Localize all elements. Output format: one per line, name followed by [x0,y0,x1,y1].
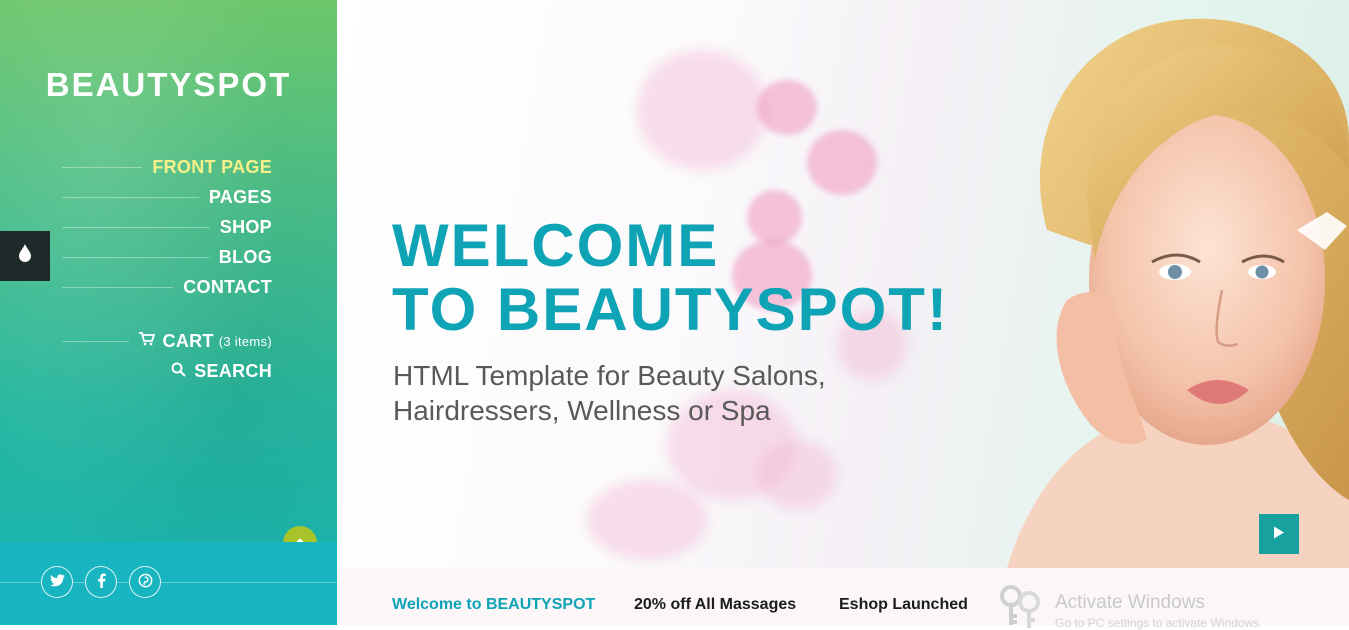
nav-divider [62,340,129,342]
nav-item-label: CONTACT [183,276,272,297]
main-nav: FRONT PAGE PAGES SHOP BLOG CONTACT CART … [62,152,272,386]
site-logo[interactable]: BEAUTYSPOT [0,66,337,104]
pinterest-icon [138,573,153,592]
key-icon [1000,585,1040,628]
style-switcher-button[interactable] [0,231,50,281]
nav-item-pages[interactable]: PAGES [62,182,272,212]
play-icon [1273,526,1285,542]
nav-divider [62,196,199,198]
nav-item-shop[interactable]: SHOP [62,212,272,242]
twitter-icon [49,573,65,591]
nav-item-label: SHOP [219,216,272,237]
nav-item-label: PAGES [208,186,272,207]
hero-headline-line-1: WELCOME [392,212,720,279]
cart-icon [138,332,155,350]
news-item-eshop[interactable]: Eshop Launched [839,596,968,614]
hero-subtitle-line-1: HTML Template for Beauty Salons, [393,360,826,391]
nav-item-blog[interactable]: BLOG [62,242,272,272]
cart-count: (3 items) [218,333,272,349]
news-ticker: Welcome to BEAUTYSPOT 20% off All Massag… [337,568,1349,630]
droplet-icon [18,244,32,268]
sidebar: BEAUTYSPOT FRONT PAGE PAGES SHOP BLOG CO… [0,0,337,625]
model-portrait [1007,18,1349,568]
nav-divider [62,286,174,288]
social-bar [0,542,337,625]
facebook-icon [97,572,106,592]
hero-subtitle: HTML Template for Beauty Salons, Hairdre… [393,358,953,428]
news-item-welcome[interactable]: Welcome to BEAUTYSPOT [392,596,595,614]
hero-headline: WELCOME TO BEAUTYSPOT! [392,214,949,342]
nav-divider [62,166,143,168]
cart-link[interactable]: CART (3 items) [62,326,272,356]
cart-label: CART [162,330,214,351]
slider-play-button[interactable] [1259,514,1299,554]
nav-item-contact[interactable]: CONTACT [62,272,272,302]
search-label: SEARCH [194,360,272,381]
search-link[interactable]: SEARCH [62,356,272,386]
pinterest-button[interactable] [129,566,161,598]
activate-windows-title: Activate Windows [1055,592,1205,613]
facebook-button[interactable] [85,566,117,598]
hero-subtitle-line-2: Hairdressers, Wellness or Spa [393,395,771,426]
search-icon [171,362,186,381]
nav-divider [62,226,210,228]
nav-item-front-page[interactable]: FRONT PAGE [62,152,272,182]
hero-headline-line-2: TO BEAUTYSPOT! [392,276,949,343]
twitter-button[interactable] [41,566,73,598]
nav-item-label: BLOG [218,246,272,267]
news-item-massages[interactable]: 20% off All Massages [634,596,796,614]
hero-banner: WELCOME TO BEAUTYSPOT! HTML Template for… [337,0,1349,568]
nav-divider [62,256,209,258]
nav-item-label: FRONT PAGE [152,156,272,177]
activate-windows-subtitle: Go to PC settings to activate Windows. [1055,616,1263,630]
